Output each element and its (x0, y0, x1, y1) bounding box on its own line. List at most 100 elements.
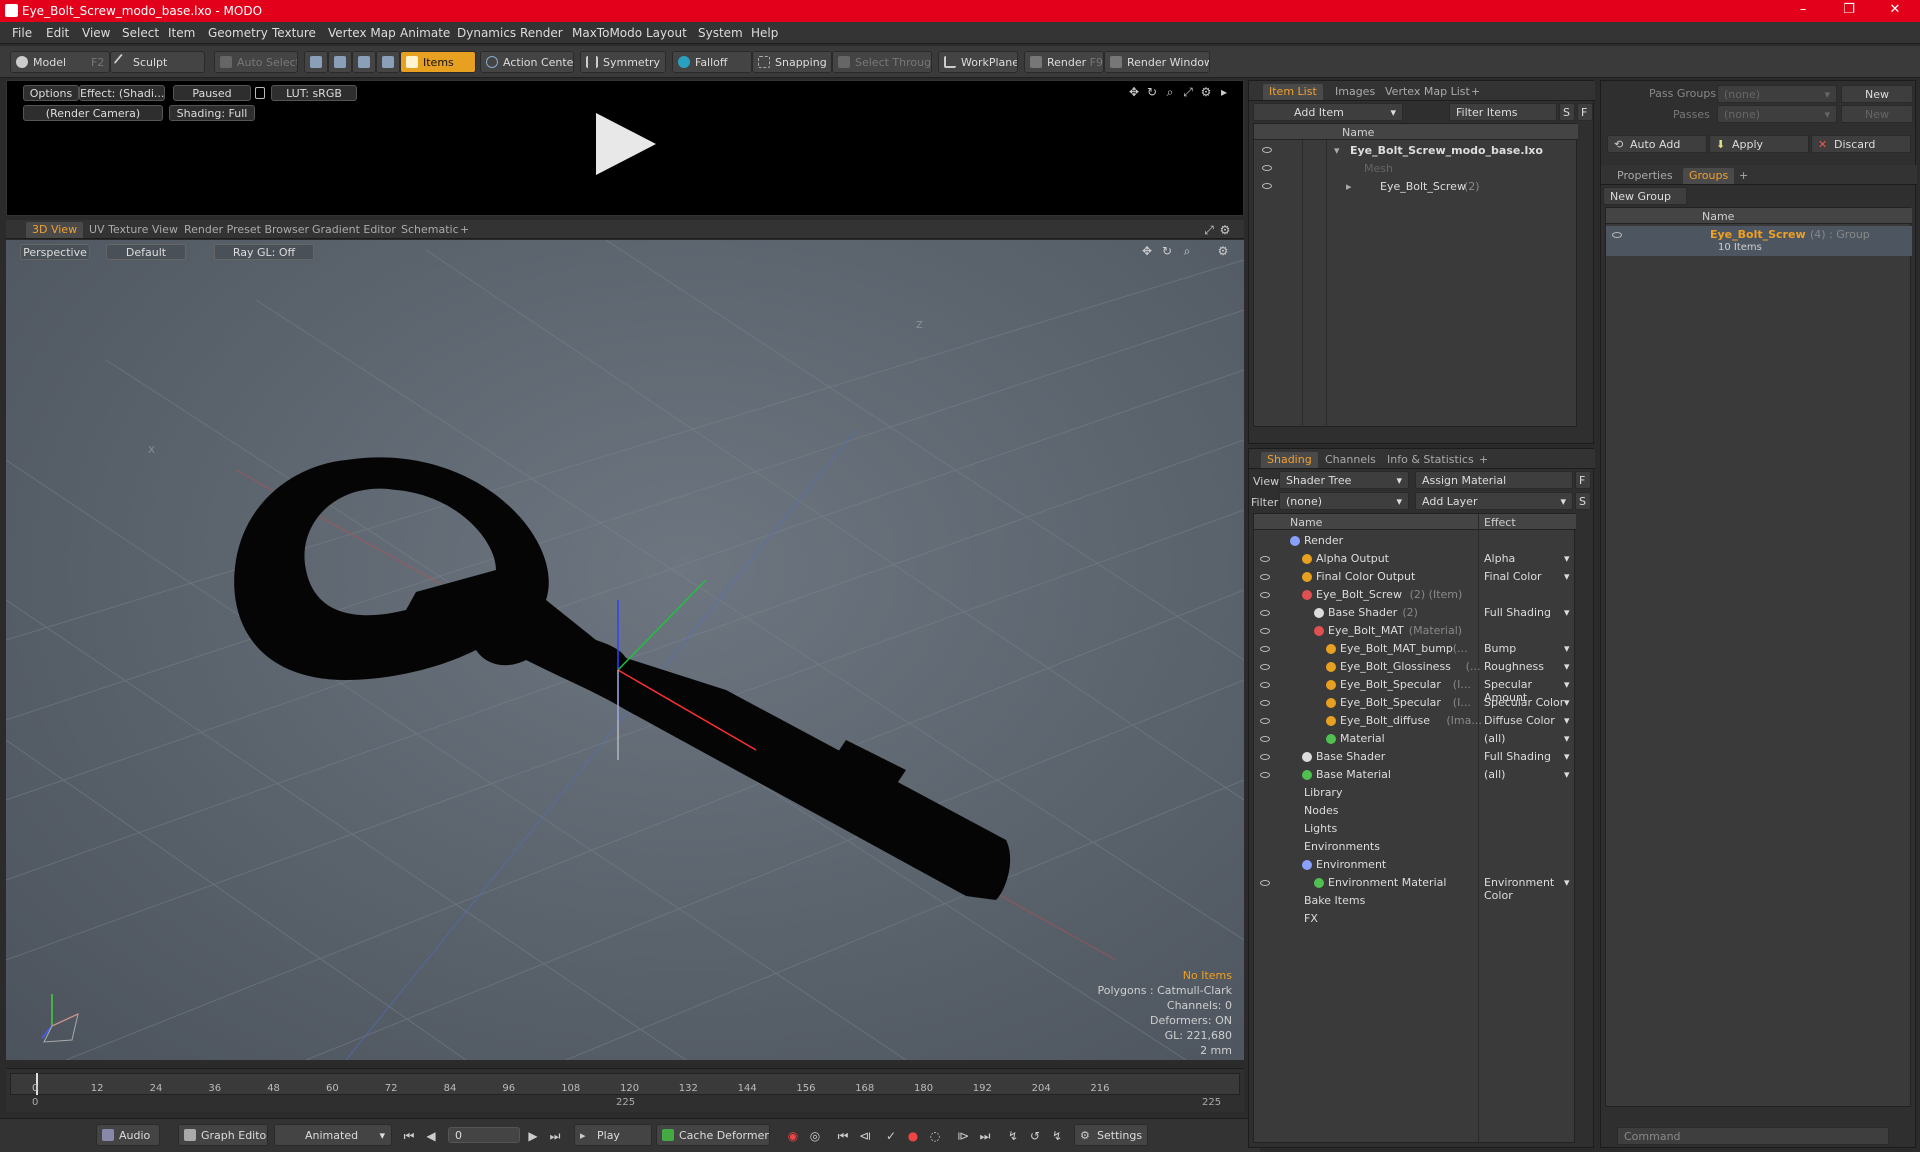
visibility-eye-icon[interactable] (1260, 736, 1270, 742)
shader-tree-row[interactable]: Material (all) ▾ (1254, 730, 1574, 748)
visibility-eye-icon[interactable] (1260, 556, 1270, 562)
apply-button[interactable]: ⬇ Apply (1709, 135, 1809, 153)
edges-mode-button[interactable] (328, 51, 352, 73)
render-button[interactable]: Render F9 (1024, 51, 1104, 73)
next-frame-icon[interactable]: ▶ (526, 1129, 540, 1143)
auto-add-button[interactable]: ⟲ Auto Add (1607, 135, 1707, 153)
visibility-eye-icon[interactable] (1260, 574, 1270, 580)
new-pass-group-button[interactable]: New (1841, 85, 1913, 103)
visibility-eye-icon[interactable] (1262, 183, 1272, 189)
auto-select-button[interactable]: Auto Select (214, 51, 298, 73)
rotate-icon[interactable]: ↻ (1145, 85, 1159, 99)
tab-vertex-map-list[interactable]: Vertex Map List (1379, 84, 1476, 100)
dropdown-arrow-icon[interactable]: ▾ (1564, 642, 1570, 655)
polygons-mode-button[interactable] (352, 51, 376, 73)
pass-groups-dropdown[interactable]: (none) ▾ (1717, 85, 1837, 103)
visibility-eye-icon[interactable] (1260, 610, 1270, 616)
visibility-eye-icon[interactable] (1260, 700, 1270, 706)
close-button[interactable]: ✕ (1880, 2, 1910, 20)
play-button[interactable]: ▸ Play (574, 1124, 652, 1146)
item-list-f-button[interactable]: F (1577, 103, 1593, 121)
snapping-button[interactable]: Snapping (752, 51, 832, 73)
tab-groups[interactable]: Groups (1683, 168, 1735, 184)
lock-icon[interactable] (255, 87, 265, 99)
menu-select[interactable]: Select (122, 26, 159, 40)
shader-tree-row[interactable]: Base Shader Full Shading ▾ (1254, 748, 1574, 766)
preview-options-button[interactable]: Options (23, 85, 79, 101)
shader-tree-row[interactable]: Render (1254, 532, 1574, 550)
filter-dropdown[interactable]: (none) ▾ (1279, 492, 1409, 510)
menu-vertex-map[interactable]: Vertex Map (328, 26, 396, 40)
shader-tree-row[interactable]: Eye_Bolt_Specular (I... Specular Color ▾ (1254, 694, 1574, 712)
tab-shading[interactable]: Shading (1261, 452, 1318, 468)
zoom-icon[interactable]: ⌕ (1163, 85, 1177, 99)
dropdown-arrow-icon[interactable]: ▾ (1564, 750, 1570, 763)
visibility-eye-icon[interactable] (1260, 718, 1270, 724)
add-panel-tab-icon[interactable]: + (1473, 452, 1494, 468)
shader-tree-row[interactable]: Environment Material Environment Color ▾ (1254, 874, 1574, 902)
go-to-start-icon[interactable]: ⏮ (402, 1129, 416, 1143)
shading-f-button[interactable]: F (1575, 471, 1591, 489)
shader-tree-row[interactable]: Nodes (1254, 802, 1574, 820)
tab-uv-texture-view[interactable]: UV Texture View (83, 222, 184, 238)
key-icon[interactable]: ✓ (884, 1129, 898, 1143)
action-center-button[interactable]: Action Center (480, 51, 574, 73)
dropdown-arrow-icon[interactable]: ▾ (1564, 606, 1570, 619)
shader-tree-row[interactable]: Eye_Bolt_Glossiness (... Roughness ▾ (1254, 658, 1574, 676)
expand-arrow-icon[interactable]: ▾ (1334, 144, 1340, 157)
tab-gradient-editor[interactable]: Gradient Editor (306, 222, 402, 238)
shader-layer-effect[interactable]: Full Shading (1484, 750, 1551, 763)
select-through-button[interactable]: Select Through (832, 51, 932, 73)
shader-layer-effect[interactable]: Final Color (1484, 570, 1542, 583)
go-to-end-icon[interactable]: ⏭ (548, 1129, 562, 1143)
expand-arrow-icon[interactable]: ▸ (1217, 85, 1231, 99)
key-tool-2-icon[interactable]: ↺ (1028, 1129, 1042, 1143)
tab-3d-view[interactable]: 3D View (26, 222, 84, 238)
dropdown-arrow-icon[interactable]: ▾ (1564, 678, 1570, 691)
viewport-gear-icon[interactable]: ⚙ (1218, 223, 1232, 237)
shader-tree-row[interactable]: Eye_Bolt_Screw (2) (Item) (1254, 586, 1574, 604)
auto-key-icon[interactable]: ◎ (808, 1129, 822, 1143)
shader-tree-row[interactable]: Alpha Output Alpha ▾ (1254, 550, 1574, 568)
dropdown-arrow-icon[interactable]: ▾ (1564, 876, 1570, 889)
add-tab-icon[interactable]: + (454, 222, 475, 238)
command-input[interactable]: Command (1617, 1127, 1889, 1145)
add-item-dropdown[interactable]: Add Item ▾ (1253, 103, 1403, 121)
group-row-eye-bolt-screw[interactable]: Eye_Bolt_Screw (4) : Group 10 Items (1606, 226, 1912, 256)
add-panel-tab-icon[interactable]: + (1733, 168, 1754, 184)
menu-system[interactable]: System (698, 26, 743, 40)
record-icon[interactable]: ● (906, 1129, 920, 1143)
new-pass-button[interactable]: New (1841, 105, 1913, 123)
visibility-eye-icon[interactable] (1260, 682, 1270, 688)
shader-tree-row[interactable]: Base Shader (2) Full Shading ▾ (1254, 604, 1574, 622)
menu-maxtomodo[interactable]: MaxToModo (572, 26, 642, 40)
shader-tree-row[interactable]: Environment (1254, 856, 1574, 874)
materials-mode-button[interactable] (376, 51, 400, 73)
dropdown-arrow-icon[interactable]: ▾ (1564, 696, 1570, 709)
shader-layer-effect[interactable]: Full Shading (1484, 606, 1551, 619)
menu-texture[interactable]: Texture (272, 26, 316, 40)
play-icon[interactable] (590, 109, 660, 179)
key-left-icon[interactable]: ⧏ (858, 1129, 872, 1143)
shader-layer-effect[interactable]: Diffuse Color (1484, 714, 1555, 727)
shader-tree-row[interactable]: Final Color Output Final Color ▾ (1254, 568, 1574, 586)
shader-tree-row[interactable]: Library (1254, 784, 1574, 802)
3d-viewport[interactable]: Perspective Default Ray GL: Off ✥ ↻ ⌕ ⚙ … (6, 240, 1244, 1060)
model-mode-button[interactable]: Model F2 (10, 51, 110, 73)
menu-edit[interactable]: Edit (46, 26, 69, 40)
eye-bolt-screw-model[interactable] (6, 240, 1244, 1060)
passes-dropdown[interactable]: (none) ▾ (1717, 105, 1837, 123)
filter-items-input[interactable]: Filter Items (1449, 103, 1557, 121)
cache-deformers-button[interactable]: Cache Deformers (656, 1124, 770, 1146)
minimize-button[interactable]: – (1788, 2, 1818, 20)
shader-layer-effect[interactable]: (all) (1484, 768, 1505, 781)
viewport-maximize-icon[interactable]: ⤢ (1202, 223, 1216, 237)
dropdown-arrow-icon[interactable]: ▾ (1564, 768, 1570, 781)
tab-channels[interactable]: Channels (1319, 452, 1382, 468)
shader-layer-effect[interactable]: Roughness (1484, 660, 1544, 673)
render-window-button[interactable]: Render Window (1104, 51, 1210, 73)
add-panel-tab-icon[interactable]: + (1465, 84, 1486, 100)
key-tool-1-icon[interactable]: ↯ (1006, 1129, 1020, 1143)
next-key-icon[interactable]: ⏭ (978, 1129, 992, 1143)
add-layer-dropdown[interactable]: Add Layer ▾ (1415, 492, 1573, 510)
